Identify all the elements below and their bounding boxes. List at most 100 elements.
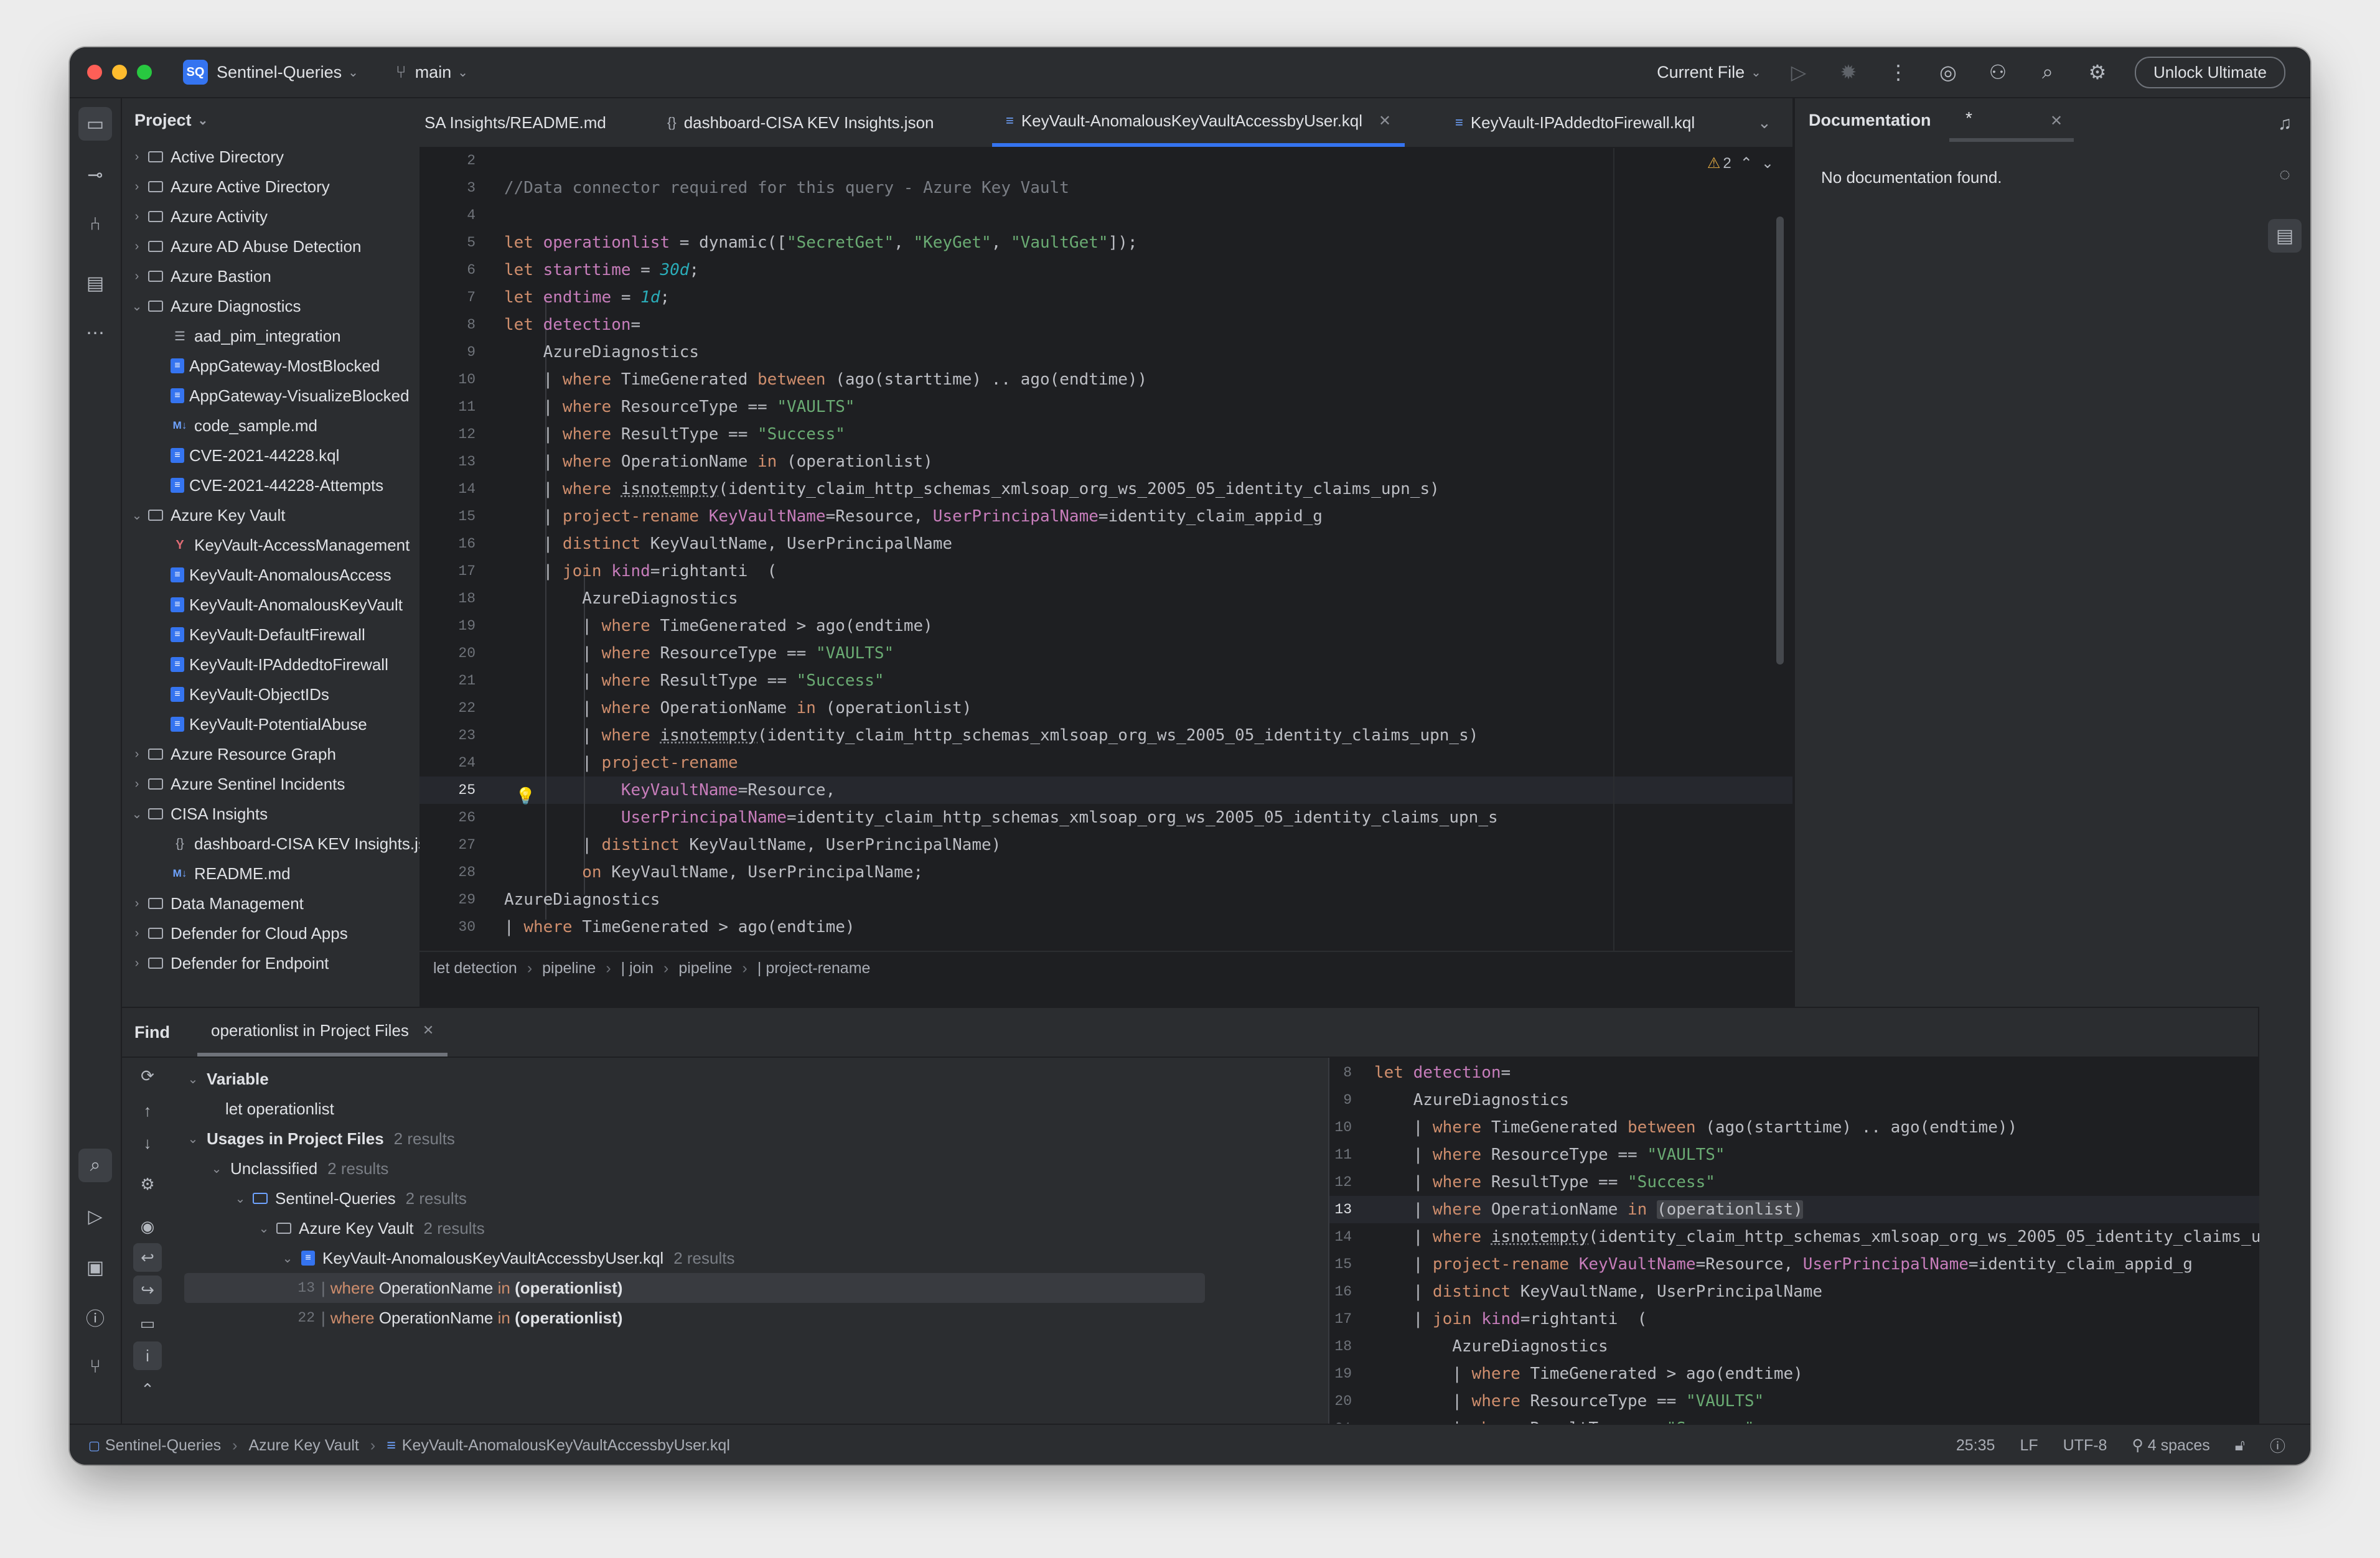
- project-badge[interactable]: SQ: [183, 60, 208, 85]
- tree-file[interactable]: {} dashboard-CISA KEV Insights.json: [122, 829, 419, 859]
- preview-code-line[interactable]: | where ResourceType == "VAULTS": [1374, 1141, 1725, 1168]
- code-line[interactable]: KeyVaultName=Resource,: [504, 777, 835, 804]
- chevron-right-icon[interactable]: ›: [129, 150, 144, 164]
- chevron-down-icon[interactable]: ⌄: [184, 1131, 202, 1147]
- read-access-icon[interactable]: ↩: [133, 1243, 162, 1272]
- code-line[interactable]: on KeyVaultName, UserPrincipalName;: [504, 859, 923, 886]
- tree-file[interactable]: ≡ KeyVault-PotentialAbuse: [122, 709, 419, 739]
- search-icon[interactable]: ⌕: [2023, 60, 2073, 84]
- tree-folder[interactable]: ⌄ CISA Insights: [122, 799, 419, 829]
- code-line[interactable]: | join kind=rightanti (: [504, 557, 777, 585]
- close-window-button[interactable]: [87, 65, 102, 80]
- services-icon[interactable]: ▷: [78, 1200, 112, 1233]
- code-line[interactable]: | where OperationName in (operationlist): [504, 694, 972, 722]
- status-crumb[interactable]: Azure Key Vault: [248, 1437, 358, 1455]
- lightbulb-icon[interactable]: 💡: [515, 786, 535, 806]
- info-icon[interactable]: i: [133, 1341, 162, 1370]
- code-line[interactable]: | where OperationName in (operationlist): [504, 448, 933, 475]
- chevron-down-icon[interactable]: ⌄: [129, 299, 144, 314]
- preview-code-line[interactable]: | where OperationName in (operationlist): [1374, 1196, 1803, 1223]
- indent-setting[interactable]: ⚲ 4 spaces: [2132, 1436, 2209, 1455]
- tree-folder[interactable]: › Azure Bastion: [122, 261, 419, 291]
- code-line[interactable]: | distinct KeyVaultName, UserPrincipalNa…: [504, 831, 1001, 859]
- gear-icon[interactable]: ⚙: [2073, 60, 2122, 84]
- unlock-ultimate-button[interactable]: Unlock Ultimate: [2134, 56, 2285, 88]
- breadcrumb-item[interactable]: | project-rename: [757, 959, 871, 977]
- close-icon[interactable]: ✕: [2050, 112, 2063, 130]
- unlock-icon[interactable]: 🔓︎: [2235, 1437, 2245, 1455]
- tree-folder[interactable]: ⌄ Azure Diagnostics: [122, 291, 419, 321]
- tree-folder[interactable]: › Azure Active Directory: [122, 172, 419, 202]
- arrow-down-icon[interactable]: ↓: [133, 1129, 162, 1157]
- code-line[interactable]: let operationlist = dynamic(["SecretGet"…: [504, 229, 1138, 256]
- chevron-right-icon[interactable]: ›: [129, 777, 144, 791]
- close-icon[interactable]: ✕: [1379, 112, 1391, 130]
- caret-position[interactable]: 25:35: [1956, 1437, 1995, 1455]
- tree-file[interactable]: ☰ aad_pim_integration: [122, 321, 419, 351]
- add-user-icon[interactable]: ⚇: [1973, 60, 2023, 84]
- tree-file[interactable]: ≡ KeyVault-IPAddedtoFirewall: [122, 650, 419, 679]
- chevron-down-icon[interactable]: ⌄: [348, 65, 358, 80]
- run-icon[interactable]: ▷: [1774, 60, 1824, 84]
- code-line[interactable]: let endtime = 1d;: [504, 284, 670, 311]
- inspections-icon[interactable]: ⓘ: [2270, 1434, 2285, 1457]
- breadcrumb-item[interactable]: pipeline: [678, 959, 732, 977]
- tree-folder[interactable]: › Azure Activity: [122, 202, 419, 231]
- result-variable-declaration[interactable]: let operationlist: [184, 1094, 1205, 1124]
- gear-icon[interactable]: ⚙: [133, 1170, 162, 1198]
- ai-assistant-icon[interactable]: ◎: [1923, 60, 1973, 84]
- result-usage-line-13[interactable]: 13 | where OperationName in (operationli…: [184, 1273, 1205, 1303]
- debug-icon[interactable]: ✹: [1824, 60, 1873, 84]
- code-line[interactable]: | distinct KeyVaultName, UserPrincipalNa…: [504, 530, 952, 557]
- project-panel-header[interactable]: Project ⌄: [122, 98, 419, 142]
- zoom-window-button[interactable]: [137, 65, 152, 80]
- find-results-tab[interactable]: operationlist in Project Files ✕: [197, 1008, 448, 1057]
- preview-code-line[interactable]: | where TimeGenerated between (ago(start…: [1374, 1114, 2018, 1141]
- file-encoding[interactable]: UTF-8: [2063, 1437, 2107, 1455]
- code-line[interactable]: | where ResourceType == "VAULTS": [504, 393, 855, 421]
- git-branch-icon[interactable]: ⑂: [396, 62, 406, 82]
- chevron-down-icon[interactable]: ⌄: [457, 65, 468, 80]
- preview-code-line[interactable]: | where ResourceType == "VAULTS": [1374, 1388, 1764, 1415]
- find-icon[interactable]: ⌕: [78, 1149, 112, 1182]
- status-crumb[interactable]: Sentinel-Queries: [105, 1437, 221, 1455]
- chevron-down-icon[interactable]: ⌄: [129, 806, 144, 822]
- tree-file[interactable]: ≡ AppGateway-VisualizeBlocked: [122, 381, 419, 411]
- code-line[interactable]: AzureDiagnostics: [504, 886, 660, 913]
- tree-folder[interactable]: › Defender for Cloud Apps: [122, 918, 419, 948]
- more-options-icon[interactable]: ⋮: [1873, 60, 1923, 84]
- tree-folder[interactable]: › Azure Sentinel Incidents: [122, 769, 419, 799]
- tab-keyvault-ipadded[interactable]: ≡ KeyVault-IPAddedtoFirewall.kql: [1455, 98, 1695, 147]
- chevron-down-icon[interactable]: ⌄: [232, 1191, 249, 1206]
- code-line[interactable]: | project-rename KeyVaultName=Resource, …: [504, 503, 1323, 530]
- tab-dashboard-json[interactable]: {} dashboard-CISA KEV Insights.json: [667, 98, 934, 147]
- breadcrumb-item[interactable]: pipeline: [542, 959, 596, 977]
- chevron-down-icon[interactable]: ⌄: [255, 1221, 273, 1236]
- project-name[interactable]: Sentinel-Queries: [217, 63, 342, 82]
- pull-requests-icon[interactable]: ⑃: [78, 208, 112, 241]
- code-line[interactable]: let starttime = 30d;: [504, 256, 699, 284]
- chevron-right-icon[interactable]: ›: [129, 897, 144, 911]
- preview-code-line[interactable]: | join kind=rightanti (: [1374, 1305, 1647, 1333]
- tree-folder[interactable]: ⌄ Azure Key Vault: [122, 500, 419, 530]
- tree-file[interactable]: ≡ KeyVault-DefaultFirewall: [122, 620, 419, 650]
- tree-file[interactable]: M↓ code_sample.md: [122, 411, 419, 441]
- chevron-right-icon[interactable]: ›: [129, 180, 144, 194]
- tree-file[interactable]: ≡ CVE-2021-44228-Attempts: [122, 470, 419, 500]
- code-line[interactable]: AzureDiagnostics: [504, 585, 738, 612]
- chevron-down-icon[interactable]: ⌄: [184, 1071, 202, 1087]
- code-line[interactable]: //Data connector required for this query…: [504, 174, 1069, 202]
- result-group-file[interactable]: ⌄ ≡ KeyVault-AnomalousKeyVaultAccessbyUs…: [184, 1243, 1205, 1273]
- status-crumb[interactable]: KeyVault-AnomalousKeyVaultAccessbyUser.k…: [402, 1437, 730, 1455]
- tab-keyvault-anomalous[interactable]: ≡ KeyVault-AnomalousKeyVaultAccessbyUser…: [992, 98, 1405, 147]
- breadcrumb-item[interactable]: let detection: [433, 959, 517, 977]
- terminal-icon[interactable]: ▣: [78, 1251, 112, 1284]
- tree-folder[interactable]: › Azure AD Abuse Detection: [122, 231, 419, 261]
- code-line[interactable]: | where TimeGenerated > ago(endtime): [504, 913, 855, 941]
- tree-folder[interactable]: › Active Directory: [122, 142, 419, 172]
- chevron-right-icon[interactable]: ›: [129, 269, 144, 284]
- tree-folder[interactable]: › Azure Resource Graph: [122, 739, 419, 769]
- chevron-down-icon[interactable]: ⌄: [279, 1251, 296, 1266]
- inspection-widget[interactable]: ⚠ 2 ⌃ ⌄: [1707, 154, 1774, 172]
- write-access-icon[interactable]: ↪: [133, 1276, 162, 1304]
